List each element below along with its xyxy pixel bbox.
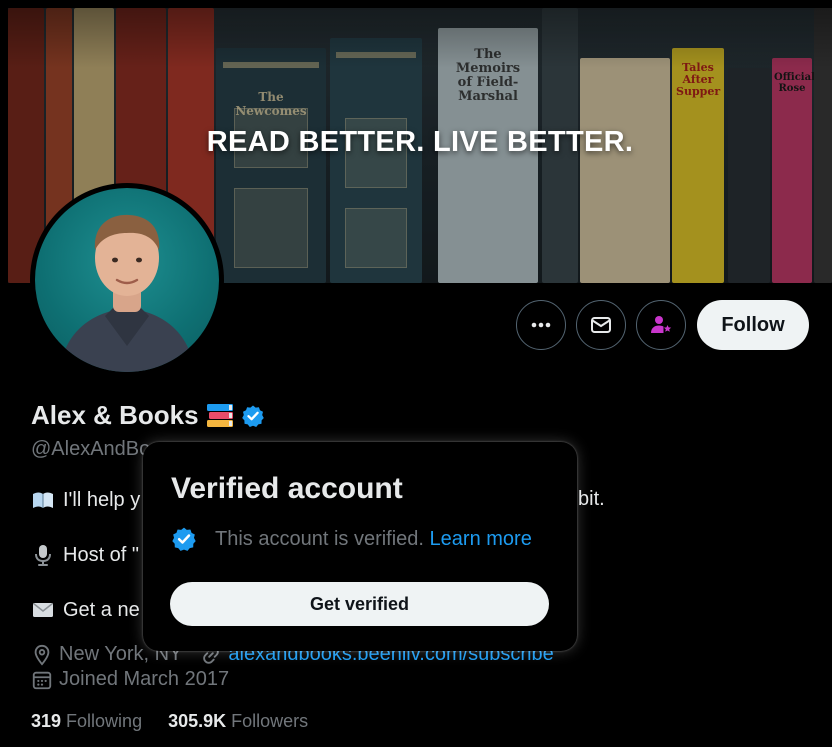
profile-handle: @AlexAndBo: [31, 438, 151, 460]
bio-line-2: Host of ": [31, 543, 139, 567]
envelope-icon: [591, 317, 611, 333]
bio-line-3: Get a ne: [31, 598, 140, 622]
banner-shadow: [8, 8, 832, 68]
subscribe-button[interactable]: [636, 300, 686, 350]
verified-badge-icon[interactable]: [241, 404, 265, 428]
message-button[interactable]: [576, 300, 626, 350]
bio-line-1: I'll help y: [31, 488, 140, 512]
verified-badge-icon: [172, 527, 196, 551]
learn-more-link[interactable]: Learn more: [430, 528, 532, 550]
bio-text-2: Host of ": [63, 543, 140, 566]
verified-account-hovercard: Verified account This account is verifie…: [143, 442, 577, 651]
calendar-icon: [32, 671, 52, 689]
person-star-icon: [651, 316, 672, 333]
following-count: 319: [31, 711, 62, 731]
open-book-emoji-icon: [33, 492, 53, 508]
microphone-emoji-icon: [35, 545, 51, 566]
avatar-person-illustration: [59, 214, 195, 372]
profile-name-row: Alex & Books: [31, 400, 265, 431]
following-stat-link[interactable]: 319 Following: [31, 711, 142, 732]
bio-line-1-tail: bit.: [578, 488, 605, 511]
bio-text-3: Get a ne: [63, 598, 140, 621]
bio-text-1: I'll help y: [63, 488, 141, 511]
followers-label: Followers: [231, 711, 309, 731]
profile-joined-row: Joined March 2017: [31, 668, 229, 691]
more-horizontal-icon: [531, 322, 551, 328]
followers-count: 305.9K: [168, 711, 227, 731]
profile-joined-date: Joined March 2017: [59, 668, 230, 690]
display-name: Alex & Books: [31, 400, 199, 430]
avatar-photo: [35, 188, 219, 372]
location-pin-icon: [34, 644, 50, 666]
books-emoji-icon: [206, 403, 233, 427]
more-options-button[interactable]: [516, 300, 566, 350]
banner-headline: READ BETTER. LIVE BETTER.: [206, 126, 634, 158]
follow-button[interactable]: Follow: [697, 300, 809, 350]
following-label: Following: [66, 711, 143, 731]
profile-avatar[interactable]: [30, 183, 224, 377]
envelope-emoji-icon: [33, 602, 53, 617]
window-top-edge: [0, 0, 832, 8]
hovercard-text: This account is verified.: [215, 527, 424, 550]
profile-stats: 319 Following 305.9K Followers: [31, 711, 308, 732]
followers-stat-link[interactable]: 305.9K Followers: [168, 711, 308, 732]
hovercard-title: Verified account: [171, 472, 403, 505]
bio-text-1-tail: bit.: [578, 488, 605, 510]
hovercard-message-row: This account is verified. Learn more: [171, 526, 532, 552]
get-verified-button[interactable]: Get verified: [170, 582, 549, 626]
